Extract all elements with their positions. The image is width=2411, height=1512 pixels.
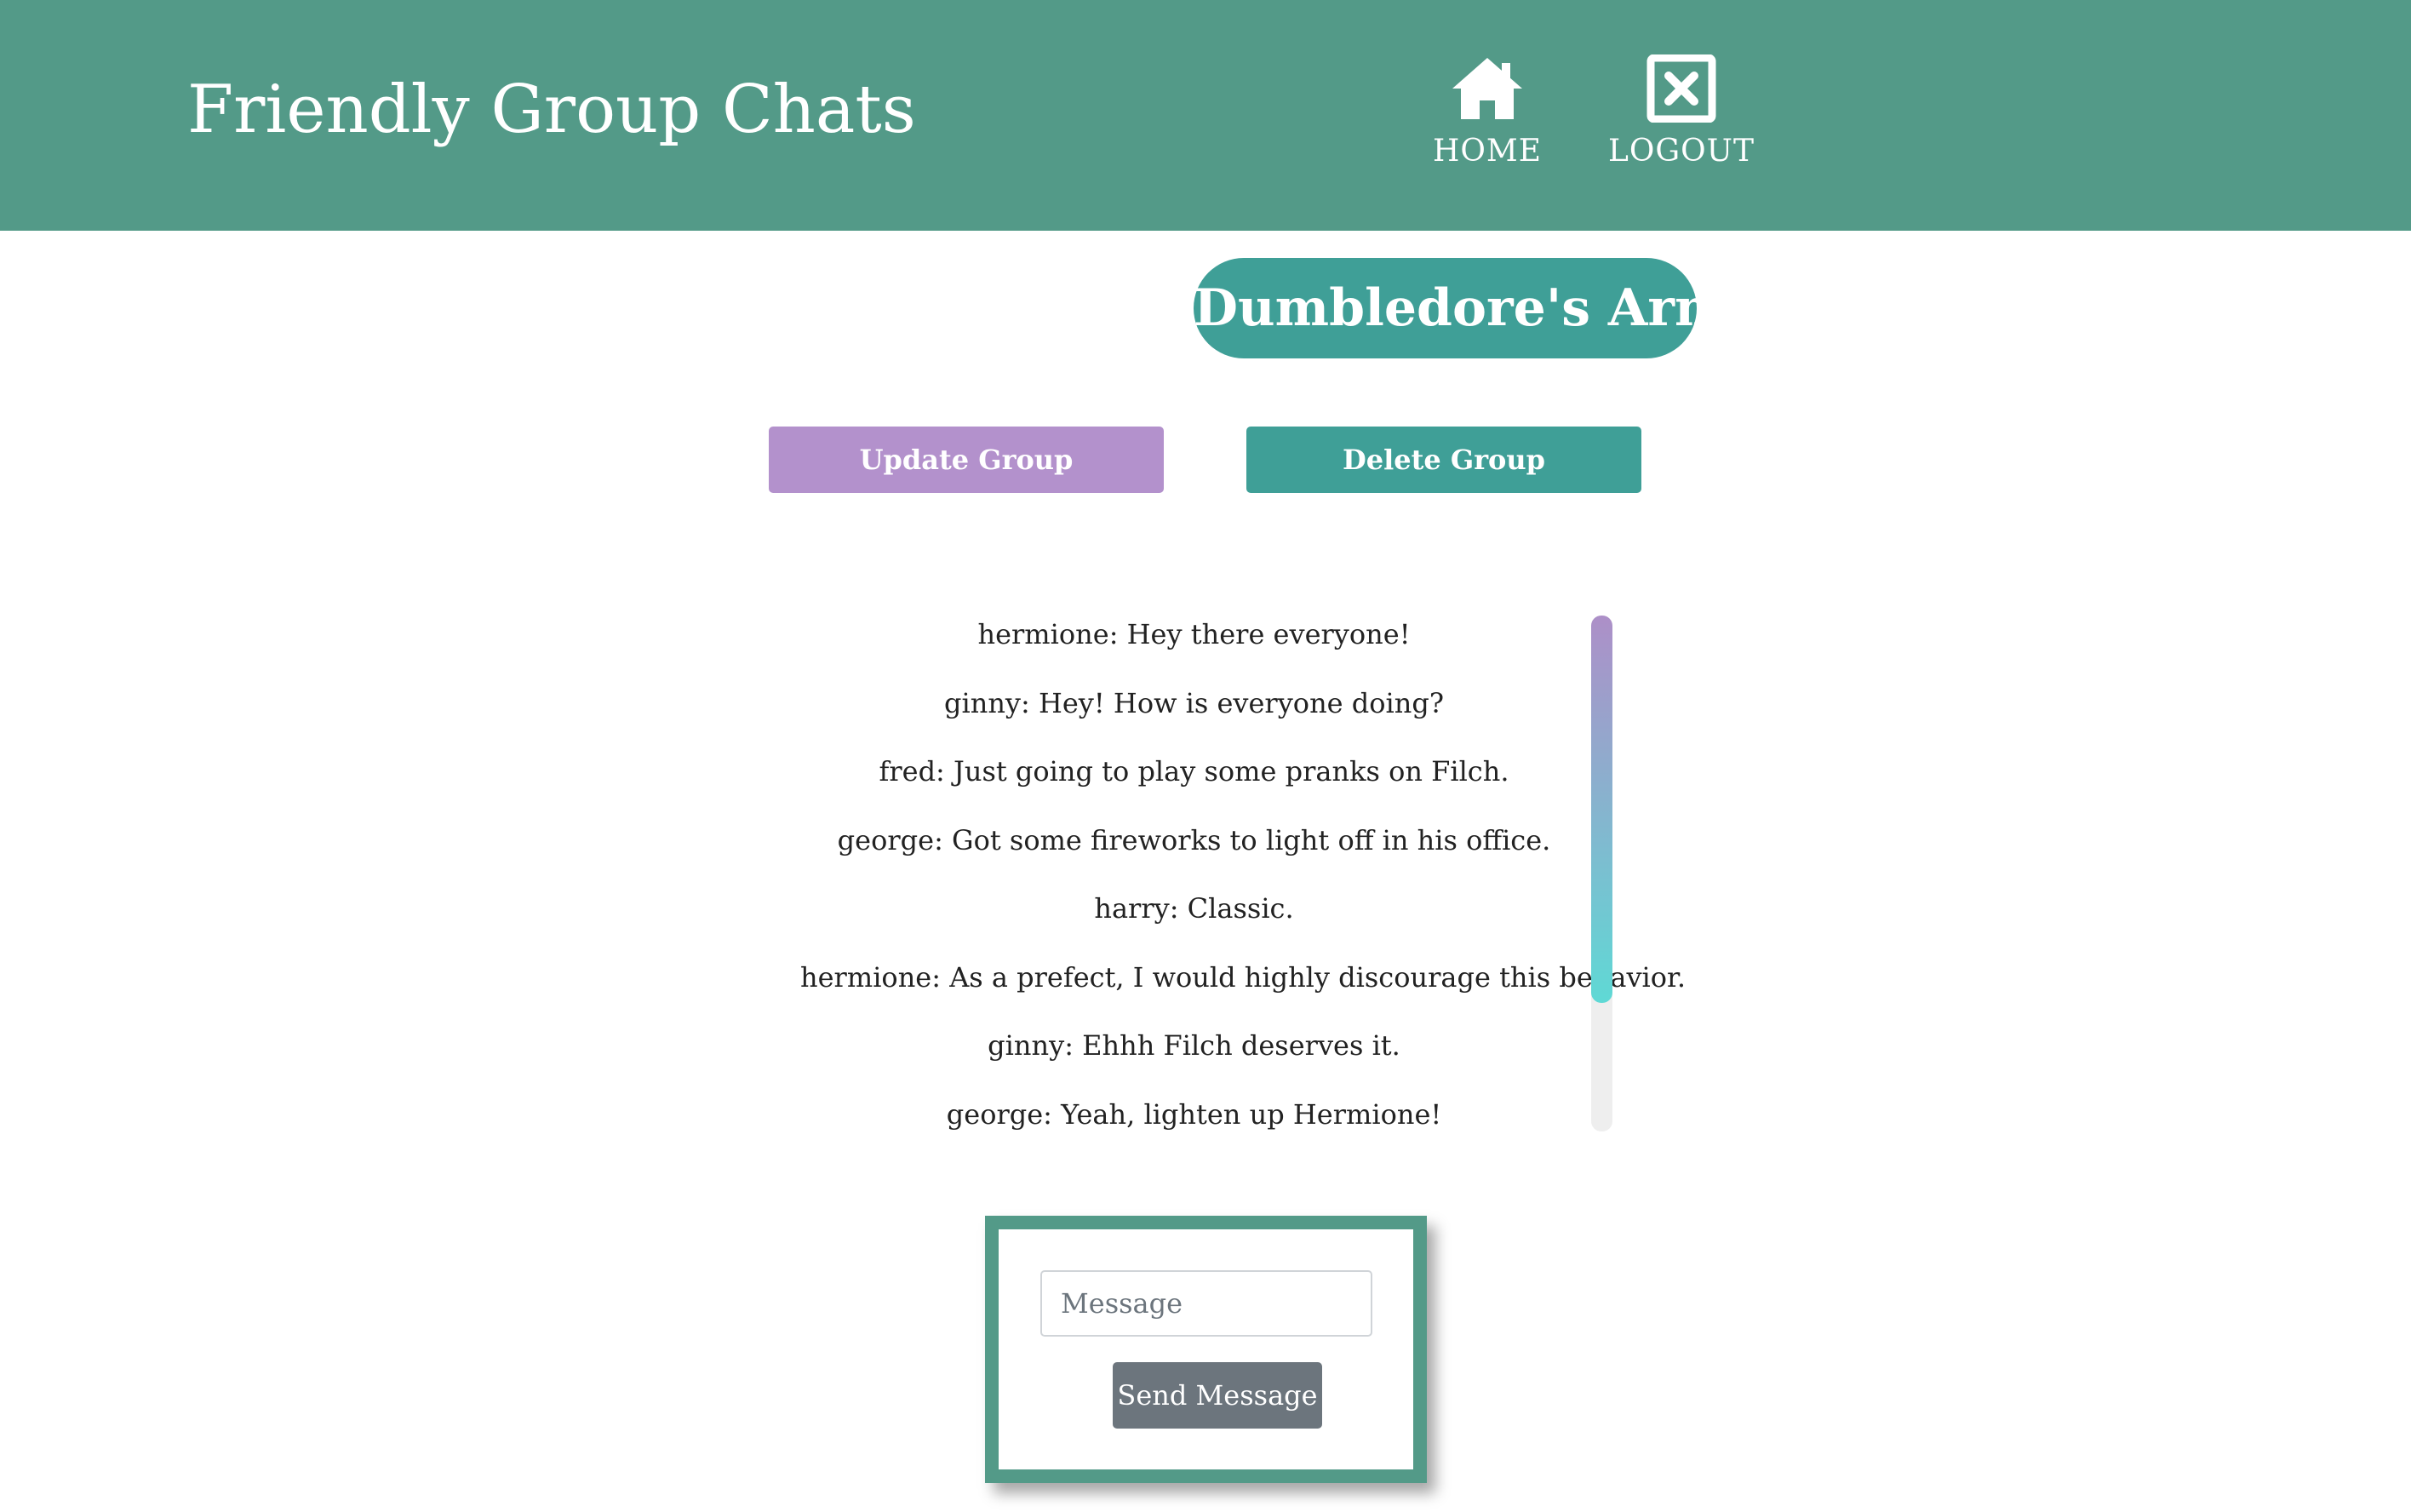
message-item: ginny: Hey! How is everyone doing?	[800, 678, 1588, 729]
message-text: Hey there everyone!	[1126, 618, 1411, 650]
message-text: Ehhh Filch deserves it.	[1082, 1029, 1400, 1062]
nav-home-link[interactable]: HOME	[1394, 54, 1581, 182]
message-text: Yeah, lighten up Hermione!	[1061, 1097, 1442, 1131]
home-icon	[1452, 58, 1522, 119]
message-item: ginny: Ehhh Filch deserves it.	[800, 1020, 1588, 1071]
close-square-icon	[1646, 54, 1716, 123]
message-separator: :	[934, 823, 953, 856]
message-separator: :	[1021, 686, 1039, 719]
message-scrollbar[interactable]	[1591, 616, 1612, 1131]
message-separator: :	[1043, 1097, 1062, 1131]
message-text: Got some fireworks to light off in his o…	[952, 823, 1551, 856]
message-item: harry: Classic.	[800, 883, 1588, 934]
message-text: Just going to play some pranks on Filch.	[954, 755, 1509, 788]
message-item: george: Yeah, lighten up Hermione!	[800, 1089, 1588, 1140]
message-author: george	[946, 1097, 1044, 1131]
nav-logout-label: LOGOUT	[1607, 134, 1755, 169]
message-author: fred	[879, 755, 936, 788]
page: Friendly Group Chats HOME LOGOUT Dumbled…	[0, 0, 2411, 1512]
message-separator: :	[1064, 1029, 1083, 1062]
message-input[interactable]	[1040, 1270, 1372, 1337]
nav-home-label: HOME	[1432, 134, 1543, 169]
message-text: As a prefect, I would highly discourage …	[949, 960, 1686, 994]
message-item: hermione: As a prefect, I would highly d…	[800, 952, 1686, 1003]
scrollbar-thumb[interactable]	[1591, 616, 1612, 1003]
message-author: ginny	[988, 1029, 1065, 1062]
delete-group-button[interactable]: Delete Group	[1246, 427, 1641, 493]
top-navbar: Friendly Group Chats HOME LOGOUT	[0, 0, 2411, 231]
message-text: Hey! How is everyone doing?	[1038, 686, 1445, 719]
message-list[interactable]: hermione: Hey there everyone! ginny: Hey!…	[800, 609, 1686, 1132]
message-author: george	[837, 823, 935, 856]
nav-logout-link[interactable]: LOGOUT	[1588, 54, 1775, 182]
message-item: george: Got some fireworks to light off …	[800, 815, 1588, 866]
message-author: harry	[1094, 892, 1170, 925]
message-item: hermione: Hey there everyone!	[800, 609, 1588, 660]
message-separator: :	[1108, 618, 1127, 650]
message-text: Classic.	[1187, 892, 1294, 925]
send-message-button[interactable]: Send Message	[1113, 1362, 1322, 1429]
message-author: hermione	[800, 960, 932, 994]
message-author: hermione	[977, 618, 1109, 650]
message-author: ginny	[943, 686, 1021, 719]
message-separator: :	[1169, 892, 1188, 925]
update-group-button[interactable]: Update Group	[769, 427, 1164, 493]
message-separator: :	[936, 755, 954, 788]
brand-title[interactable]: Friendly Group Chats	[187, 63, 916, 157]
message-composer: Send Message	[985, 1216, 1427, 1483]
message-item: fred: Just going to play some pranks on …	[800, 746, 1588, 797]
message-separator: :	[931, 960, 950, 994]
group-title: Dumbledore's Army	[1194, 258, 1758, 358]
